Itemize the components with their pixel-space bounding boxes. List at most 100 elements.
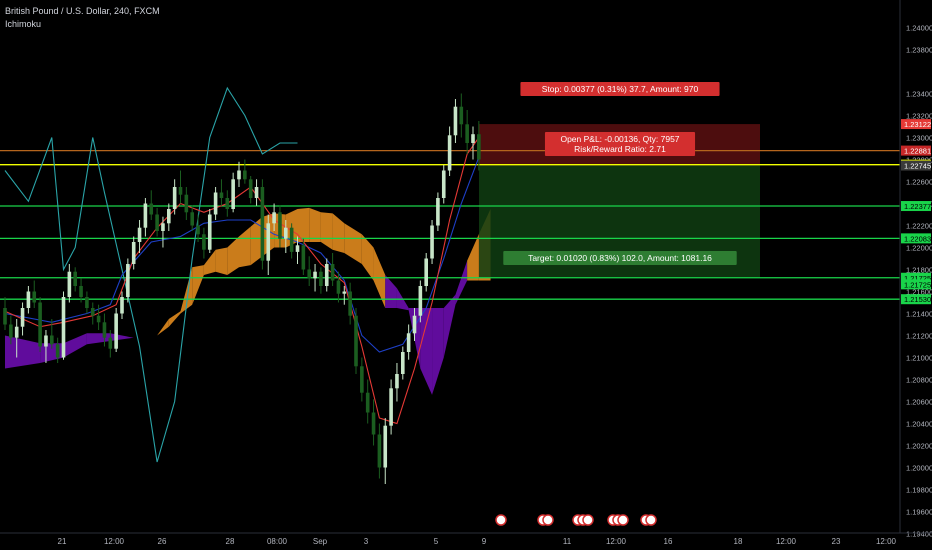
y-tick-label: 1.20400 xyxy=(906,420,932,429)
candle-body xyxy=(178,187,183,195)
candle-body xyxy=(266,223,271,261)
candle-body xyxy=(96,315,101,323)
x-tick-label: 11 xyxy=(563,537,572,546)
candle-body xyxy=(225,198,230,209)
candle-body xyxy=(424,258,428,286)
candle-body xyxy=(50,335,54,345)
candle-body xyxy=(102,322,107,338)
position-label-text: Stop: 0.00377 (0.31%) 37.7, Amount: 970 xyxy=(542,84,699,94)
candle-body xyxy=(406,333,411,352)
candle-body xyxy=(324,264,329,286)
indicator-label: Ichimoku xyxy=(5,19,42,29)
event-marker-icon xyxy=(645,514,657,526)
candle-body xyxy=(14,326,19,338)
candle-body xyxy=(342,291,347,294)
candle-body xyxy=(114,313,118,349)
x-tick-label: 12:00 xyxy=(606,537,627,546)
event-marker-icon xyxy=(542,514,554,526)
position-label-text: Target: 0.01020 (0.83%) 102.0, Amount: 1… xyxy=(528,253,712,263)
candle-body xyxy=(184,194,189,213)
x-tick-label: 21 xyxy=(58,537,67,546)
candle-body xyxy=(167,209,171,224)
price-label-text: 1.21530 xyxy=(904,295,931,304)
x-tick-label: 26 xyxy=(158,537,167,546)
y-tick-label: 1.22200 xyxy=(906,222,932,231)
candle-body xyxy=(73,271,77,286)
price-label-text: 1.23122 xyxy=(904,120,931,129)
y-tick-label: 1.20000 xyxy=(906,464,932,473)
candle-body xyxy=(289,227,294,252)
candle-body xyxy=(161,223,165,231)
x-tick-label: 12:00 xyxy=(776,537,797,546)
candle-body xyxy=(38,302,42,347)
y-tick-label: 1.19800 xyxy=(906,486,932,495)
candle-body xyxy=(243,170,247,180)
x-tick-label: Sep xyxy=(313,537,328,546)
candle-body xyxy=(79,286,83,297)
candle-body xyxy=(412,315,417,334)
stop-label: Stop: 0.00377 (0.31%) 37.7, Amount: 970 xyxy=(520,82,720,96)
candle-body xyxy=(436,198,440,226)
candle-body xyxy=(336,280,341,294)
kumo-cloud-segment xyxy=(215,247,228,275)
candle-body xyxy=(231,179,235,209)
candle-body xyxy=(90,308,95,316)
candle-body xyxy=(430,225,434,259)
y-tick-label: 1.20800 xyxy=(906,376,932,385)
candle-body xyxy=(260,187,265,261)
candle-body xyxy=(348,291,352,316)
candle-body xyxy=(219,192,224,198)
price-label-text: 1.22881 xyxy=(904,147,931,156)
candle-body xyxy=(213,192,218,215)
y-tick-label: 1.23000 xyxy=(906,134,932,143)
candle-body xyxy=(190,212,194,226)
x-tick-label: 18 xyxy=(734,537,743,546)
candle-body xyxy=(3,308,7,325)
x-tick-label: 3 xyxy=(364,537,369,546)
candle-body xyxy=(272,212,276,224)
candle-body xyxy=(9,324,13,338)
candle-body xyxy=(108,337,113,349)
candle-body xyxy=(143,203,148,228)
y-tick-label: 1.22000 xyxy=(906,244,932,253)
candle-body xyxy=(85,297,89,308)
candle-body xyxy=(313,271,317,279)
x-tick-label: 12:00 xyxy=(876,537,897,546)
candle-body xyxy=(126,264,130,297)
candle-body xyxy=(44,335,48,347)
candle-body xyxy=(26,291,31,308)
candle-body xyxy=(383,425,388,468)
x-tick-label: 08:00 xyxy=(267,537,288,546)
candle-body xyxy=(202,234,206,250)
symbol-title: British Pound / U.S. Dollar, 240, FXCM xyxy=(5,6,160,16)
y-tick-label: 1.19400 xyxy=(906,530,932,539)
y-tick-label: 1.20200 xyxy=(906,442,932,451)
event-marker-icon xyxy=(582,514,594,526)
candle-body xyxy=(237,170,241,180)
y-tick-label: 1.23400 xyxy=(906,90,932,99)
candle-body xyxy=(207,214,212,250)
position-label-text: Open P&L: -0.00136, Qty: 7957 xyxy=(560,134,679,144)
candle-body xyxy=(155,214,159,231)
price-label-text: 1.22745 xyxy=(904,162,931,171)
candle-body xyxy=(365,392,370,413)
price-label-text: 1.22377 xyxy=(904,202,931,211)
candle-body xyxy=(284,227,288,239)
event-marker-icon xyxy=(617,514,629,526)
candle-body xyxy=(172,187,177,209)
candle-body xyxy=(377,434,382,468)
y-tick-label: 1.21200 xyxy=(906,332,932,341)
y-tick-label: 1.19600 xyxy=(906,508,932,517)
chart-canvas[interactable]: Stop: 0.00377 (0.31%) 37.7, Amount: 970 O… xyxy=(0,0,932,550)
kumo-cloud-segment xyxy=(309,207,321,242)
open-pnl-label: Open P&L: -0.00136, Qty: 7957Risk/Reward… xyxy=(544,132,696,156)
candle-body xyxy=(120,297,124,314)
y-tick-label: 1.22600 xyxy=(906,178,932,187)
candle-body xyxy=(301,245,306,270)
candle-body xyxy=(254,187,259,198)
candle-body xyxy=(149,203,154,215)
candle-body xyxy=(67,271,72,297)
x-tick-label: 16 xyxy=(664,537,673,546)
x-tick-label: 23 xyxy=(832,537,841,546)
price-label-text: 1.21725 xyxy=(904,280,931,289)
